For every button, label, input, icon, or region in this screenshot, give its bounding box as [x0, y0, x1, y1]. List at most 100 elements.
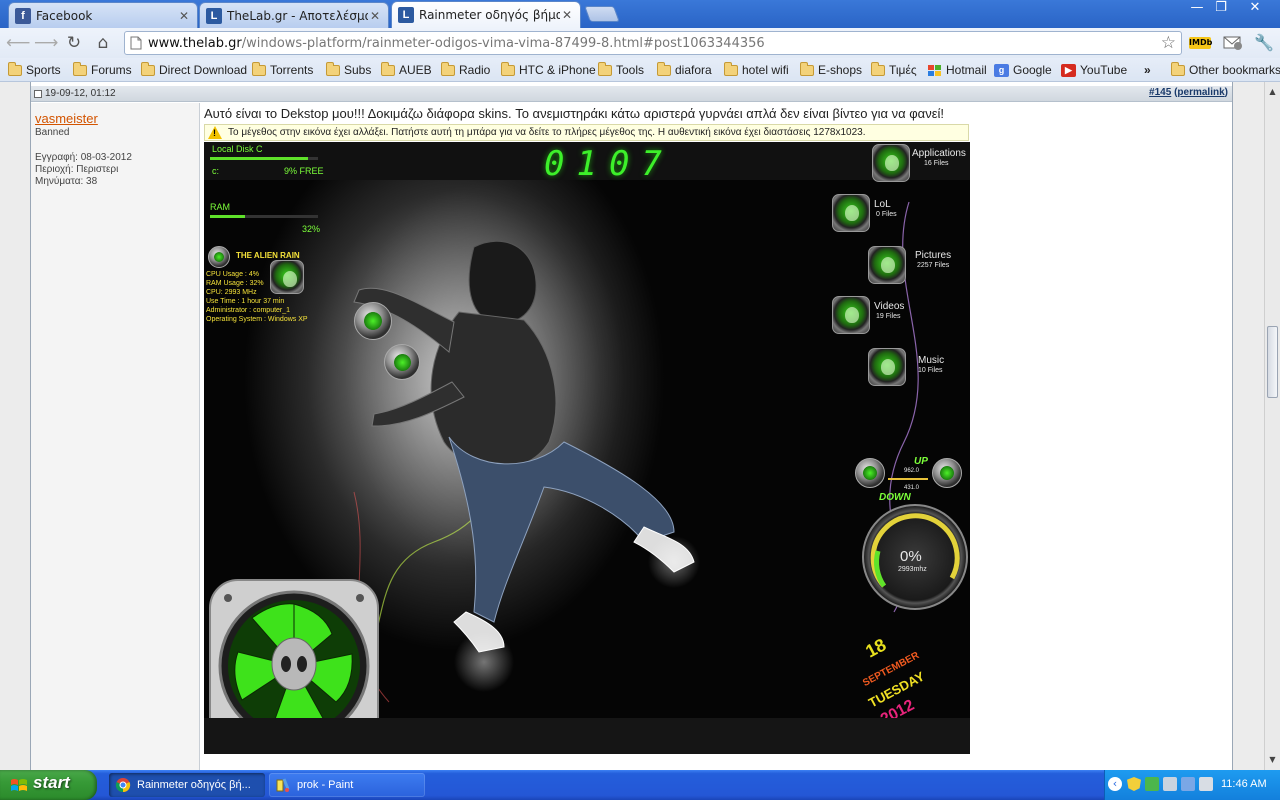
- image-resize-notice-bar[interactable]: Το μέγεθος στην εικόνα έχει αλλάξει. Πατ…: [204, 124, 969, 141]
- alien-head-icon: [270, 260, 304, 294]
- user-title: Banned: [35, 127, 70, 138]
- launcher-count: 2257 Files: [917, 262, 950, 269]
- bookmark-aueb[interactable]: AUEB: [381, 61, 432, 78]
- connection-icon[interactable]: [1181, 777, 1195, 791]
- sysinfo-row: CPU Usage : 4%: [206, 271, 259, 278]
- other-bookmarks[interactable]: Other bookmarks: [1171, 61, 1280, 78]
- sysinfo-row: Use Time : 1 hour 37 min: [206, 298, 285, 305]
- maximize-button[interactable]: ❐: [1204, 0, 1238, 18]
- window-close-button[interactable]: ✕: [1238, 0, 1272, 18]
- windows-flag-icon: [11, 779, 27, 791]
- bookmark-youtube[interactable]: ▶ YouTube: [1061, 62, 1127, 78]
- close-icon[interactable]: ✕: [177, 9, 191, 23]
- post-date-icon: [34, 90, 42, 98]
- thelab-icon: L: [398, 7, 414, 23]
- desktop-screenshot-image[interactable]: Local Disk C c: 9% FREE 0107 RAM 32% THE…: [204, 142, 970, 754]
- taskbar-item-chrome[interactable]: Rainmeter οδηγός βή...: [109, 773, 265, 797]
- videos-launcher-icon[interactable]: [832, 296, 870, 334]
- facebook-icon: f: [15, 7, 31, 24]
- disk-usage-fill: [210, 157, 309, 160]
- glass-orb-icon: [354, 302, 392, 340]
- post-number-link[interactable]: #145: [1149, 87, 1171, 98]
- cpu-gauge-percent: 0%: [900, 548, 922, 565]
- post-date: 19-09-12, 01:12: [45, 88, 116, 99]
- lol-launcher-icon[interactable]: [832, 194, 870, 232]
- warning-icon: [208, 126, 222, 139]
- bookmark-sports[interactable]: Sports: [8, 61, 61, 78]
- reload-icon[interactable]: ↻: [63, 32, 85, 54]
- home-icon[interactable]: ⌂: [92, 32, 114, 54]
- bookmark-google[interactable]: g Google: [994, 62, 1052, 78]
- disk-usage-bar: [210, 157, 318, 160]
- bookmark-diafora[interactable]: diafora: [657, 61, 712, 78]
- scrollbar-thumb[interactable]: [1267, 326, 1278, 398]
- bookmarks-overflow-chevron[interactable]: »: [1144, 62, 1151, 78]
- folder-icon: [501, 61, 515, 76]
- new-tab-button[interactable]: [584, 6, 620, 22]
- chrome-icon: [115, 778, 131, 793]
- launcher-name: LoL: [874, 199, 891, 210]
- forward-arrow-icon[interactable]: ⟶: [34, 32, 58, 54]
- bookmark-torrents[interactable]: Torrents: [252, 61, 313, 78]
- download-orb-icon: [932, 458, 962, 488]
- permalink-link[interactable]: permalink: [1177, 87, 1224, 98]
- bookmark-hotel-wifi[interactable]: hotel wifi: [724, 61, 789, 78]
- folder-icon: [598, 61, 612, 76]
- tab-facebook[interactable]: f Facebook ✕: [8, 2, 198, 28]
- music-launcher-icon[interactable]: [868, 348, 906, 386]
- network-graph-line: [888, 478, 928, 480]
- tab-rainmeter-guide[interactable]: L Rainmeter οδηγός βήμα βήμα ✕: [391, 1, 581, 28]
- google-icon: g: [994, 63, 1009, 77]
- bookmark-times[interactable]: Τιμές: [871, 61, 917, 78]
- bookmark-forums[interactable]: Forums: [73, 61, 132, 78]
- wrench-icon[interactable]: 🔧: [1254, 34, 1274, 52]
- bookmark-hotmail[interactable]: Hotmail: [927, 62, 987, 78]
- folder-icon: [73, 61, 87, 76]
- calendar-day: 18: [862, 634, 890, 662]
- taskbar-item-paint[interactable]: prok - Paint: [269, 773, 425, 797]
- scroll-up-arrow-icon[interactable]: ▲: [1265, 84, 1280, 100]
- paint-icon: [276, 778, 290, 792]
- user-location: Περιοχή: Περιστερι: [35, 164, 119, 175]
- bookmark-direct-download[interactable]: Direct Download: [141, 61, 247, 78]
- tab-label: Rainmeter οδηγός βήμα βήμα: [419, 8, 560, 22]
- address-bar[interactable]: www.thelab.gr/windows-platform/rainmeter…: [124, 31, 1182, 55]
- tab-label: TheLab.gr - Αποτελέσματα Αι: [227, 8, 368, 23]
- close-icon[interactable]: ✕: [368, 9, 382, 23]
- star-icon[interactable]: ☆: [1161, 33, 1176, 53]
- sysinfo-row: RAM Usage : 32%: [206, 280, 264, 287]
- network-up-value: 962.0: [904, 468, 920, 474]
- user-join-date: Εγγραφή: 08-03-2012: [35, 152, 132, 163]
- computer-icon[interactable]: [1163, 777, 1177, 791]
- bookmark-radio[interactable]: Radio: [441, 61, 490, 78]
- scroll-down-arrow-icon[interactable]: ▼: [1265, 752, 1280, 768]
- folder-icon: [381, 61, 395, 76]
- bookmark-htc-iphone[interactable]: HTC & iPhone: [501, 61, 596, 78]
- bookmark-e-shops[interactable]: E-shops: [800, 61, 862, 78]
- launcher-count: 0 Files: [876, 211, 897, 218]
- applications-launcher-icon[interactable]: [872, 144, 910, 182]
- page-scrollbar[interactable]: ▲ ▼: [1264, 82, 1280, 770]
- network-down-label: DOWN: [879, 492, 911, 503]
- display-icon[interactable]: [1199, 777, 1213, 791]
- sysinfo-row: Administrator : computer_1: [206, 307, 291, 314]
- bookmark-subs[interactable]: Subs: [326, 61, 371, 78]
- tray-back-arrow-icon[interactable]: ‹: [1108, 777, 1122, 791]
- back-arrow-icon[interactable]: ⟵: [6, 32, 30, 54]
- close-icon[interactable]: ✕: [560, 8, 574, 22]
- folder-icon: [800, 61, 814, 76]
- page-icon: [130, 36, 142, 50]
- username-link[interactable]: vasmeister: [35, 111, 98, 126]
- resize-notice-text: Το μέγεθος στην εικόνα έχει αλλάξει. Πατ…: [228, 127, 866, 138]
- gmail-checker-icon[interactable]: [1223, 34, 1243, 52]
- user-info-panel: vasmeister Banned Εγγραφή: 08-03-2012 Πε…: [31, 103, 200, 770]
- pictures-launcher-icon[interactable]: [868, 246, 906, 284]
- tab-thelab-results[interactable]: L TheLab.gr - Αποτελέσματα Αι ✕: [199, 2, 389, 28]
- bookmark-tools[interactable]: Tools: [598, 61, 644, 78]
- imdb-icon[interactable]: IMDb: [1189, 37, 1212, 49]
- ram-usage-fill: [210, 215, 245, 218]
- network-status-icon[interactable]: [1145, 777, 1159, 791]
- ram-label: RAM: [210, 202, 230, 212]
- launcher-count: 16 Files: [924, 160, 949, 167]
- sysinfo-row: CPU: 2993 MHz: [206, 289, 257, 296]
